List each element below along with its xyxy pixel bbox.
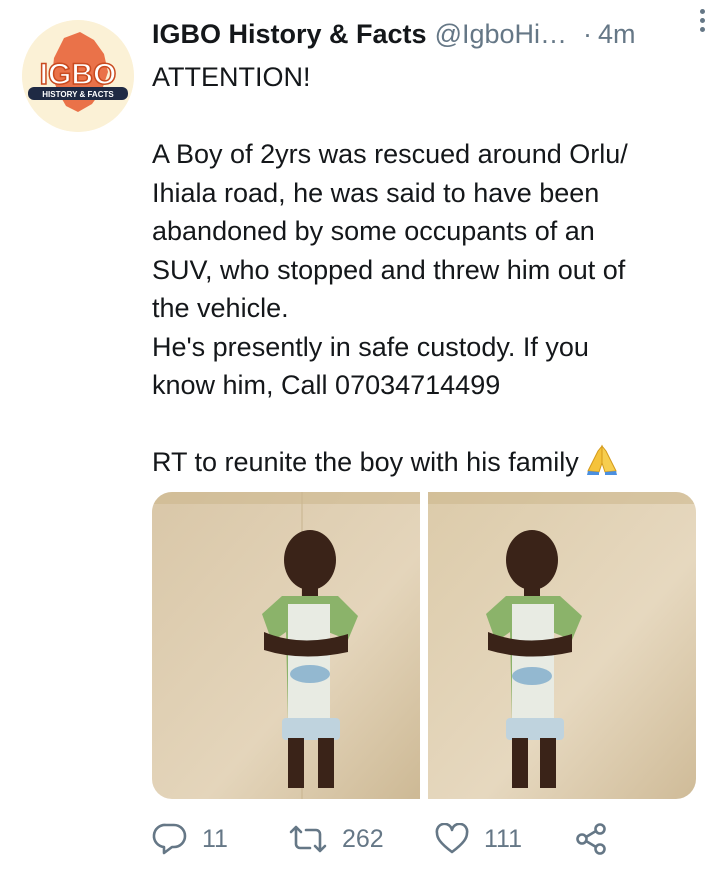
reply-button[interactable]: 11 [152,822,288,856]
tweet: IGBO HISTORY & FACTS IGBO History & Fact… [0,0,720,877]
retweet-icon [289,825,327,853]
tweet-header: IGBO History & Facts @IgboHi… · 4m [152,14,702,54]
share-icon [576,823,606,855]
avatar-logo-subtext: HISTORY & FACTS [42,90,114,99]
boy-photo-image [152,492,420,799]
photo-right[interactable] [428,492,696,799]
avatar-logo: IGBO HISTORY & FACTS [22,20,134,132]
text-line: A Boy of 2yrs was rescued around Orlu/ [152,139,628,169]
avatar-logo-text: IGBO [40,58,117,91]
photo-left[interactable] [152,492,420,799]
text-line: RT to reunite the boy with his family [152,447,579,477]
tweet-time[interactable]: 4m [598,19,636,50]
text-line-last: RT to reunite the boy with his family [152,443,697,486]
tweet-media [152,492,696,799]
like-button[interactable]: 111 [434,823,574,855]
avatar[interactable]: IGBO HISTORY & FACTS [22,20,134,132]
tweet-text: ATTENTION! A Boy of 2yrs was rescued aro… [152,58,697,486]
author-name[interactable]: IGBO History & Facts [152,19,427,50]
text-line: know him, Call 07034714499 [152,370,501,400]
text-line: ATTENTION! [152,62,311,92]
author-handle[interactable]: @IgboHi… [435,19,567,50]
text-line: Ihiala road, he was said to have been [152,177,600,208]
like-count: 111 [484,824,523,853]
text-line: the vehicle. [152,293,289,323]
more-options-icon[interactable] [688,6,716,34]
separator-dot: · [583,18,593,49]
text-line: He's presently in safe custody. If you [152,331,589,362]
boy-photo-image [428,492,696,799]
reply-icon [152,823,187,855]
text-line: abandoned by some occupants of an [152,216,595,246]
reply-count: 11 [202,824,228,853]
retweet-count: 262 [342,824,384,853]
share-button[interactable] [574,822,608,856]
folded-hands-icon [585,443,619,486]
heart-icon [435,823,469,854]
tweet-actions: 11 262 111 [152,817,697,861]
text-line: SUV, who stopped and threw him out of [152,254,626,285]
retweet-button[interactable]: 262 [288,823,434,855]
